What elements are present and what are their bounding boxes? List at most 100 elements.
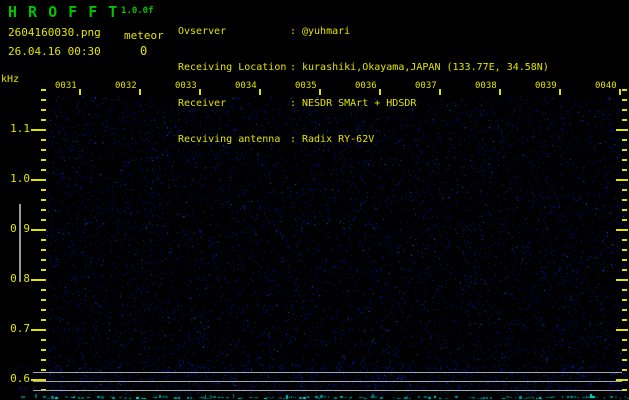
info-colon: : (290, 134, 297, 145)
info-row: Receiver : NESDR SMArt + HDSDR (178, 98, 549, 110)
axis-tick (622, 199, 627, 201)
axis-tick (41, 159, 46, 161)
time-tick-label: 0032 (115, 81, 137, 91)
info-value: kurashiki,Okayama,JAPAN (133.77E, 34.58N… (302, 62, 549, 73)
axis-tick (622, 319, 627, 321)
axis-tick (41, 209, 46, 211)
axis-tick (622, 109, 627, 111)
freq-tick-label: 1.0 (10, 172, 30, 185)
reference-line (33, 380, 622, 382)
axis-tick (41, 109, 46, 111)
axis-tick (622, 169, 627, 171)
observation-datetime: 26.04.16 00:30 (8, 45, 101, 58)
meteor-count-label: meteor (124, 29, 164, 42)
axis-tick (41, 259, 46, 261)
axis-tick (622, 209, 627, 211)
axis-tick (41, 119, 46, 121)
axis-tick (622, 189, 627, 191)
axis-tick (622, 139, 627, 141)
axis-tick (622, 349, 627, 351)
output-filename: 2604160030.png (8, 26, 101, 39)
info-colon: : (290, 98, 297, 109)
reference-line (33, 371, 622, 373)
axis-tick (622, 89, 627, 91)
axis-tick (622, 289, 627, 291)
axis-tick (31, 179, 46, 181)
app-title: H R O F F T (8, 3, 119, 21)
axis-tick (616, 129, 628, 131)
time-tick-label: 0034 (235, 81, 257, 91)
axis-tick (616, 229, 628, 231)
info-label: Receiver (178, 98, 227, 109)
axis-tick (41, 199, 46, 201)
freq-tick-label: 0.9 (0, 222, 30, 235)
reference-line (33, 389, 622, 391)
axis-tick (319, 89, 321, 95)
axis-tick (622, 309, 627, 311)
axis-tick (616, 279, 628, 281)
axis-tick (616, 179, 628, 181)
info-colon: : (290, 62, 297, 73)
axis-tick (259, 89, 261, 95)
axis-tick (622, 249, 627, 251)
axis-tick (616, 329, 628, 331)
info-row: Ovserver : @yuhmari (178, 26, 549, 38)
freq-tick-label: 1.1 (10, 122, 30, 135)
axis-tick (379, 89, 381, 95)
axis-tick (622, 149, 627, 151)
axis-tick (41, 99, 46, 101)
axis-tick (41, 189, 46, 191)
axis-tick (41, 339, 46, 341)
time-tick-label: 0037 (415, 81, 437, 91)
axis-tick (31, 229, 46, 231)
info-label: Recviving antenna (178, 134, 281, 145)
axis-tick (41, 359, 46, 361)
app-version: 1.0.0f (121, 6, 154, 16)
info-row: Recviving antenna : Radix RY-62V (178, 134, 549, 146)
axis-tick (41, 299, 46, 301)
axis-tick (622, 239, 627, 241)
axis-tick (622, 269, 627, 271)
axis-tick (199, 89, 201, 95)
info-label: Receiving Location (178, 62, 287, 73)
axis-tick (139, 89, 141, 95)
axis-tick (622, 119, 627, 121)
info-label: Ovserver (178, 26, 227, 37)
axis-tick (31, 279, 46, 281)
axis-tick (619, 89, 621, 95)
freq-unit-label: kHz (1, 74, 20, 85)
axis-tick (622, 359, 627, 361)
axis-tick (41, 139, 46, 141)
axis-tick (79, 89, 81, 95)
time-tick-label: 0039 (535, 81, 557, 91)
axis-tick (41, 249, 46, 251)
axis-tick (622, 369, 627, 371)
axis-tick (622, 299, 627, 301)
axis-tick (41, 319, 46, 321)
axis-tick (499, 89, 501, 95)
calibration-line (19, 204, 21, 281)
info-colon: : (290, 26, 297, 37)
time-tick-label: 0031 (55, 81, 77, 91)
hrofft-screen: H R O F F T 1.0.0f 2604160030.png meteor… (0, 0, 629, 400)
info-value: @yuhmari (302, 26, 351, 37)
info-value: NESDR SMArt + HDSDR (302, 98, 417, 109)
axis-tick (41, 219, 46, 221)
axis-tick (622, 339, 627, 341)
time-tick-label: 0038 (475, 81, 497, 91)
freq-tick-label: 0.8 (0, 272, 30, 285)
axis-tick (622, 259, 627, 261)
time-tick-label: 0035 (295, 81, 317, 91)
info-row: Receiving Location : kurashiki,Okayama,J… (178, 62, 549, 74)
axis-tick (559, 89, 561, 95)
axis-tick (31, 129, 46, 131)
axis-tick (41, 149, 46, 151)
axis-tick (41, 349, 46, 351)
time-tick-label: 0036 (355, 81, 377, 91)
axis-tick (41, 269, 46, 271)
freq-tick-label: 0.7 (10, 322, 30, 335)
axis-tick (622, 219, 627, 221)
meteor-count-value: 0 (140, 44, 148, 58)
time-tick-label: 0033 (175, 81, 197, 91)
freq-tick-label: 0.6 (10, 372, 30, 385)
